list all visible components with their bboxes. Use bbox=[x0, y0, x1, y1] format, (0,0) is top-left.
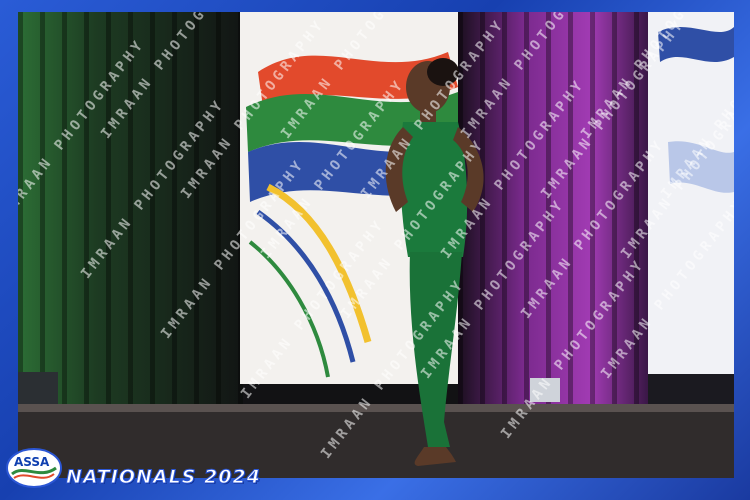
stage-photo: IMRAAN PHOTOGRAPHY IMRAAN PHOTOGRAPHY IM… bbox=[18, 12, 734, 478]
dancer bbox=[385, 58, 484, 466]
logo-label: ASSA bbox=[14, 455, 50, 469]
event-title: NATIONALS 2024 bbox=[66, 466, 261, 489]
